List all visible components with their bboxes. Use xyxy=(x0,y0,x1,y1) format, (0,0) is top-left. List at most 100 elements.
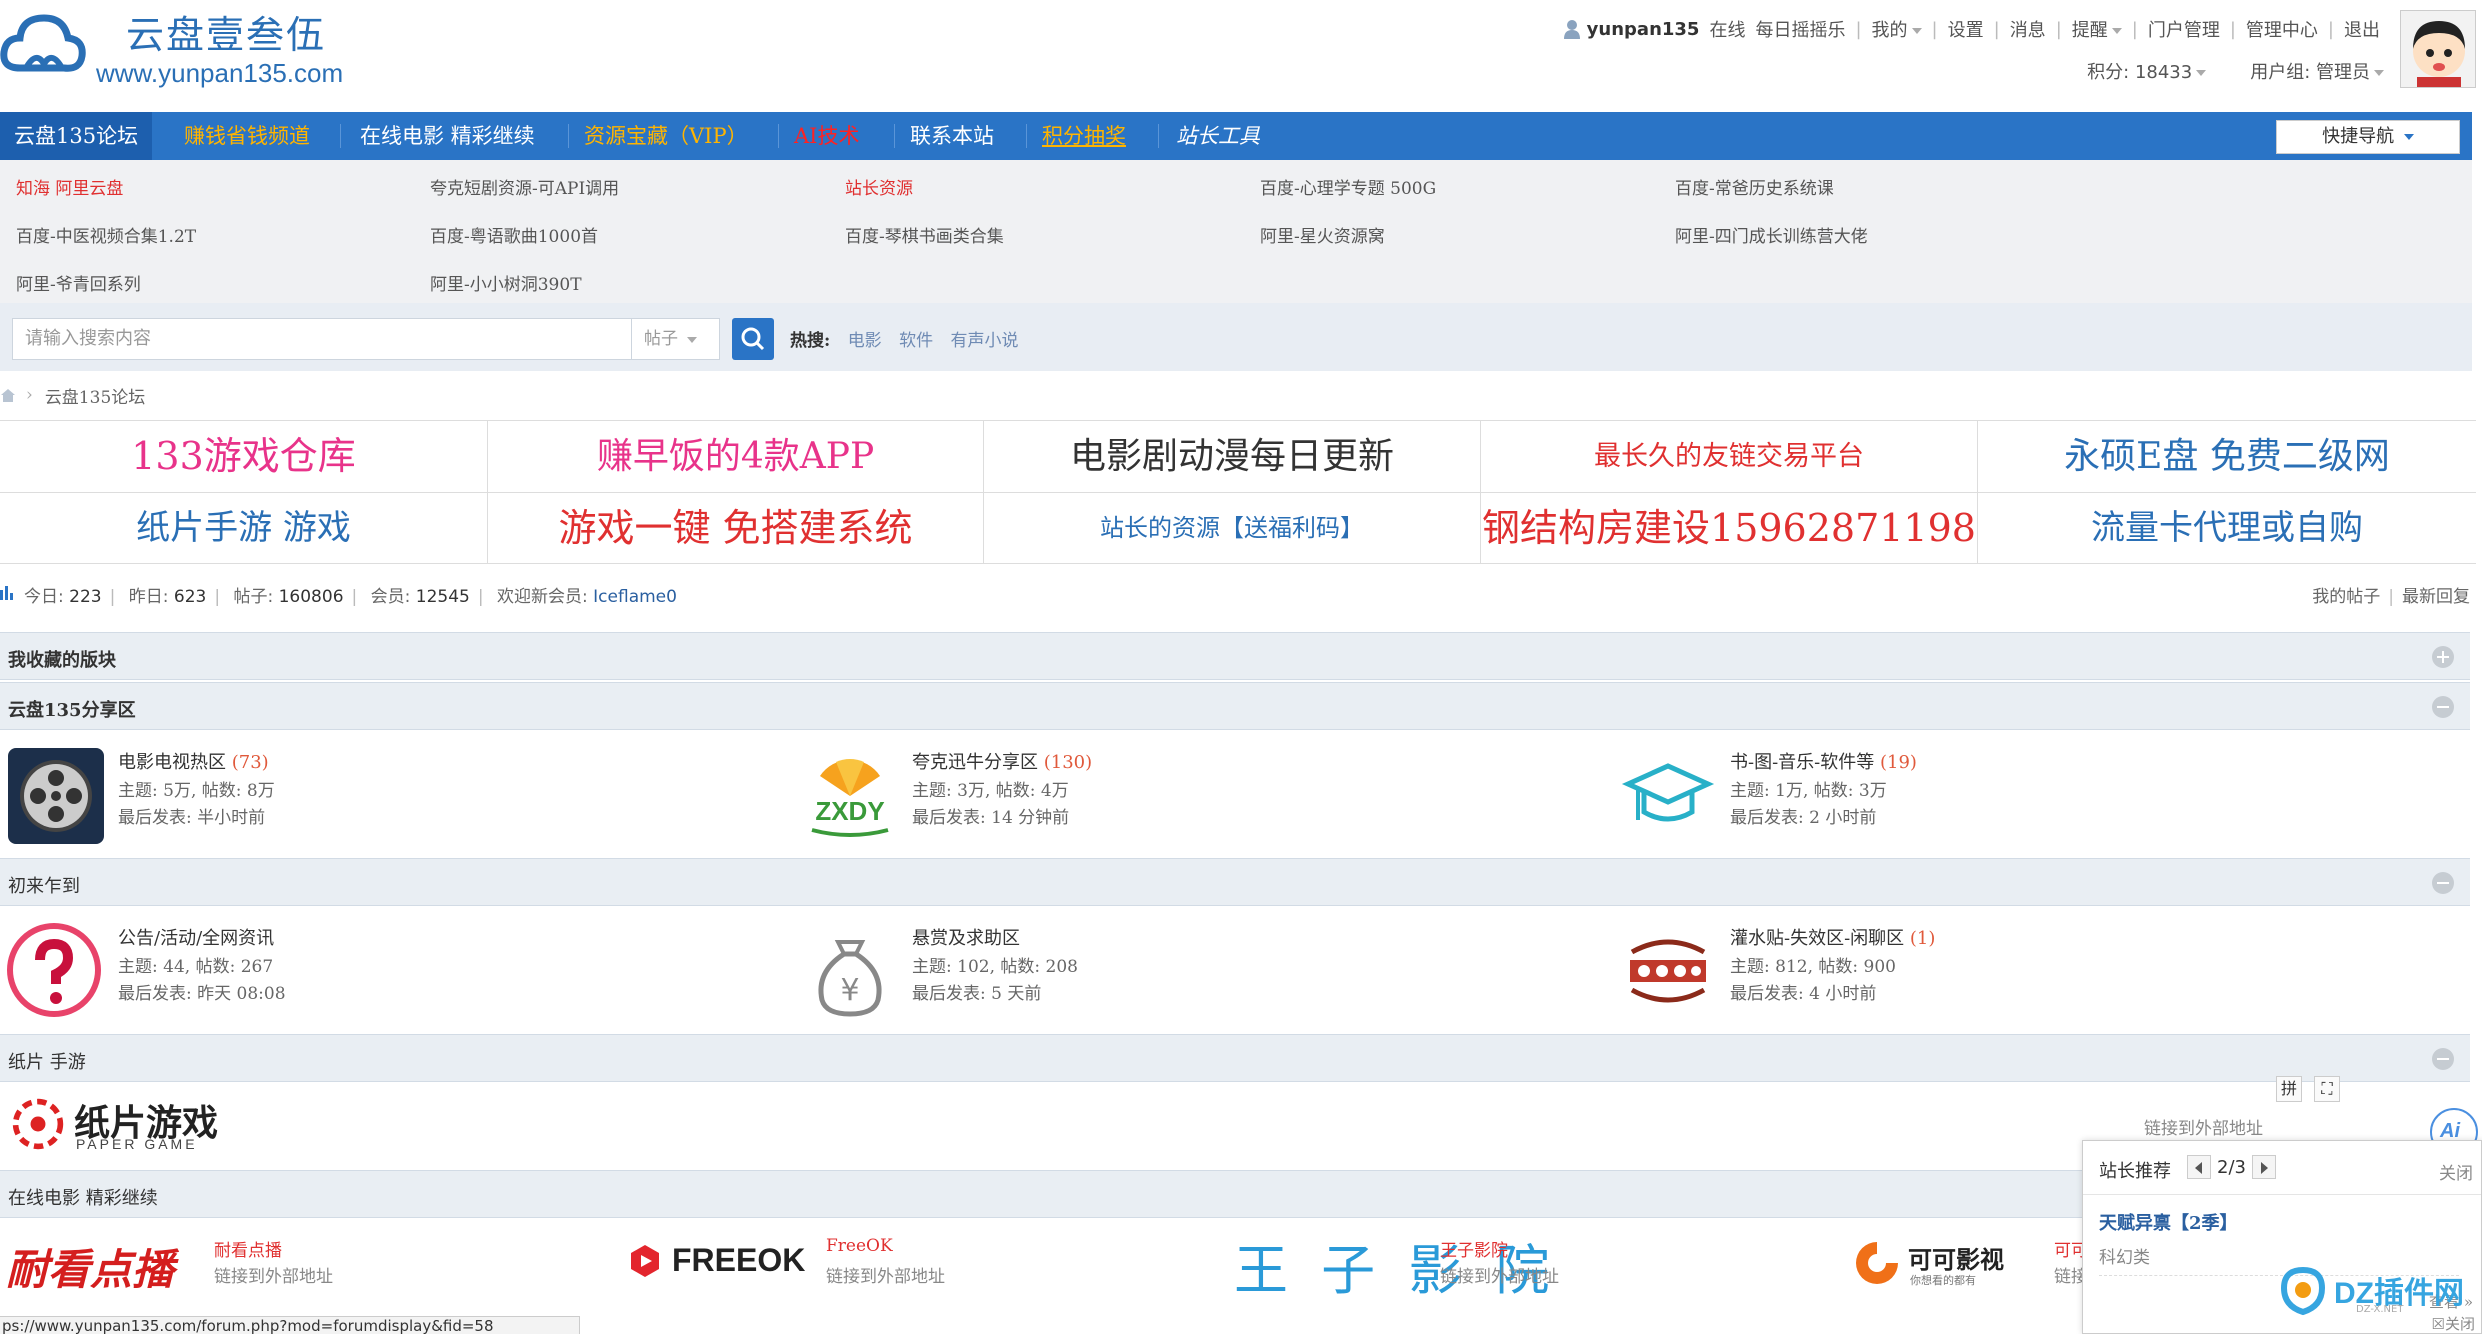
ad-link[interactable]: 流量卡代理或自购 xyxy=(1978,492,2476,563)
forum-item: 书-图-音乐-软件等 (19) 主题: 1万, 帖数: 3万 最后发表: 2 小… xyxy=(1618,746,2398,846)
zxdy-logo-icon[interactable]: ZXDY xyxy=(800,746,900,846)
portal-admin-link[interactable]: 门户管理 xyxy=(2138,16,2230,42)
ad-link[interactable]: 赚早饭的4款APP xyxy=(488,421,984,492)
stat-today: 223 xyxy=(69,587,102,607)
avatar[interactable] xyxy=(2400,10,2476,88)
link-item[interactable]: 站长资源 xyxy=(845,174,913,199)
ad-link[interactable]: 永硕E盘 免费二级网 xyxy=(1978,421,2476,492)
ad-link[interactable]: 最长久的友链交易平台 xyxy=(1481,421,1978,492)
latest-replies-link[interactable]: 最新回复 xyxy=(2402,587,2470,607)
section-favorites: 我收藏的版块 xyxy=(0,632,2470,680)
points-menu[interactable]: 积分: 18433 xyxy=(2087,58,2207,84)
expand-icon[interactable] xyxy=(2432,646,2454,668)
nav-forum-home[interactable]: 云盘135论坛 xyxy=(0,112,153,160)
search-button[interactable] xyxy=(732,318,774,360)
daily-shake-link[interactable]: 每日摇摇乐 xyxy=(1745,16,1855,42)
link-item[interactable]: 百度-中医视频合集1.2T xyxy=(16,222,196,247)
link-item[interactable]: 夸克短剧资源-可API调用 xyxy=(430,174,619,199)
keke-logo[interactable]: 可可影视 你想看的都有 xyxy=(1852,1236,2032,1292)
nav-contact[interactable]: 联系本站 xyxy=(896,112,1008,160)
paper-game-logo-icon xyxy=(12,1098,64,1150)
paper-game-logo[interactable]: 纸片游戏 PAPER GAME xyxy=(10,1094,218,1154)
hot-word[interactable]: 有声小说 xyxy=(951,331,1019,351)
movie-site-name[interactable]: 耐看点播 xyxy=(214,1236,282,1261)
header: 云盘壹叁伍 www.yunpan135.com yunpan135 在线 每日摇… xyxy=(0,0,2482,112)
forum-name-link[interactable]: 悬赏及求助区 xyxy=(912,928,1020,949)
link-item[interactable]: 百度-粤语歌曲1000首 xyxy=(430,222,598,247)
collapse-icon[interactable] xyxy=(2432,696,2454,718)
nav-online-movies[interactable]: 在线电影 精彩继续 xyxy=(346,112,549,160)
link-item[interactable]: 百度-心理学专题 500G xyxy=(1260,174,1436,199)
admin-center-link[interactable]: 管理中心 xyxy=(2236,16,2328,42)
nav-ai-tech[interactable]: AI技术 xyxy=(780,112,873,160)
link-item[interactable]: 阿里-小小树洞390T xyxy=(430,270,582,295)
popup-close-button[interactable]: 关闭 xyxy=(2439,1159,2473,1184)
forum-name-link[interactable]: 灌水贴-失效区-闲聊区 xyxy=(1730,928,1904,949)
username-link[interactable]: yunpan135 xyxy=(1587,19,1700,40)
quick-nav-button[interactable]: 快捷导航 xyxy=(2276,120,2460,154)
film-reel-icon[interactable] xyxy=(6,746,106,846)
link-item[interactable]: 知海 阿里云盘 xyxy=(16,174,123,199)
collapse-icon[interactable] xyxy=(2432,1048,2454,1070)
ad-link[interactable]: 游戏一键 免搭建系统 xyxy=(488,492,984,563)
forum-name-link[interactable]: 夸克迅牛分享区 xyxy=(912,752,1038,773)
stat-yesterday: 623 xyxy=(173,587,207,607)
link-item[interactable]: 阿里-星火资源窝 xyxy=(1260,222,1385,247)
link-item[interactable]: 阿里-爷青回系列 xyxy=(16,270,141,295)
notifications-menu[interactable]: 提醒 xyxy=(2062,16,2132,42)
messages-link[interactable]: 消息 xyxy=(2000,16,2056,42)
nkdb-logo[interactable]: 耐看点播 xyxy=(6,1236,206,1294)
breadcrumb-current[interactable]: 云盘135论坛 xyxy=(45,383,145,408)
graduation-cap-icon[interactable] xyxy=(1618,746,1718,846)
section-share: 云盘135分享区 xyxy=(0,682,2470,730)
chart-icon xyxy=(0,586,13,600)
usergroup-menu[interactable]: 用户组: 管理员 xyxy=(2250,58,2384,84)
ad-link[interactable]: 133游戏仓库 xyxy=(0,421,488,492)
nav-lottery[interactable]: 积分抽奖 xyxy=(1028,112,1140,160)
question-mark-icon[interactable] xyxy=(6,922,106,1022)
cloud-logo-icon[interactable] xyxy=(0,8,86,80)
forum-name-link[interactable]: 书-图-音乐-软件等 xyxy=(1730,752,1874,773)
movie-site-name[interactable]: 王子影院 xyxy=(1440,1236,1508,1261)
my-menu[interactable]: 我的 xyxy=(1862,16,1932,42)
forum-item: 灌水贴-失效区-闲聊区 (1) 主题: 812, 帖数: 900 最后发表: 4… xyxy=(1618,922,2398,1022)
money-bag-icon[interactable]: ¥ xyxy=(800,922,900,1022)
link-item[interactable]: 百度-常爸历史系统课 xyxy=(1675,174,1834,199)
site-name[interactable]: 云盘壹叁伍 xyxy=(126,4,326,59)
collapse-icon[interactable] xyxy=(2432,872,2454,894)
search-type-select[interactable]: 帖子 xyxy=(632,318,720,360)
link-item[interactable]: 阿里-四门成长训练营大佬 xyxy=(1675,222,1868,247)
forum-item: 公告/活动/全网资讯 主题: 44, 帖数: 267 最后发表: 昨天 08:0… xyxy=(6,922,786,1022)
hot-word[interactable]: 软件 xyxy=(899,331,933,351)
forum-name-link[interactable]: 电影电视热区 xyxy=(118,752,226,773)
site-url[interactable]: www.yunpan135.com xyxy=(96,58,343,89)
newest-member-link[interactable]: Iceflame0 xyxy=(593,587,677,607)
ad-link[interactable]: 纸片手游 游戏 xyxy=(0,492,488,563)
forum-name-link[interactable]: 公告/活动/全网资讯 xyxy=(118,928,274,949)
ad-link[interactable]: 电影剧动漫每日更新 xyxy=(984,421,1481,492)
link-item[interactable]: 百度-琴棋书画类合集 xyxy=(845,222,1004,247)
ad-link[interactable]: 站长的资源【送福利码】 xyxy=(984,492,1481,563)
my-posts-link[interactable]: 我的帖子 xyxy=(2312,587,2380,607)
nav-webmaster-tools[interactable]: 站长工具 xyxy=(1162,112,1274,160)
fullscreen-icon[interactable]: ⛶ xyxy=(2314,1076,2340,1102)
settings-link[interactable]: 设置 xyxy=(1938,16,1994,42)
ad-link[interactable]: 钢结构房建设15962871198 xyxy=(1481,492,1978,563)
dz-logo-icon xyxy=(2280,1266,2326,1316)
movie-site-name[interactable]: FreeOK xyxy=(826,1236,893,1256)
hot-word[interactable]: 电影 xyxy=(848,331,882,351)
next-page-icon[interactable] xyxy=(2251,1155,2276,1179)
nav-money-channel[interactable]: 赚钱省钱频道 xyxy=(170,112,324,160)
chevron-down-icon xyxy=(1911,28,1922,34)
home-icon[interactable] xyxy=(0,387,16,403)
nav-vip-resources[interactable]: 资源宝藏（VIP） xyxy=(570,112,762,160)
logout-link[interactable]: 退出 xyxy=(2334,16,2390,42)
search-input[interactable]: 请输入搜索内容 xyxy=(12,318,632,360)
freeok-logo[interactable]: FREEOK xyxy=(628,1240,805,1286)
stat-members: 12545 xyxy=(415,587,470,607)
paper-game-ext-link[interactable]: 链接到外部地址 xyxy=(2144,1114,2263,1139)
pinyin-tool-icon[interactable]: 拼 xyxy=(2276,1076,2302,1102)
recommended-item-title[interactable]: 天赋异禀【2季】 xyxy=(2099,1209,2238,1235)
chat-bubbles-icon[interactable] xyxy=(1618,922,1718,1022)
prev-page-icon[interactable] xyxy=(2187,1155,2211,1179)
